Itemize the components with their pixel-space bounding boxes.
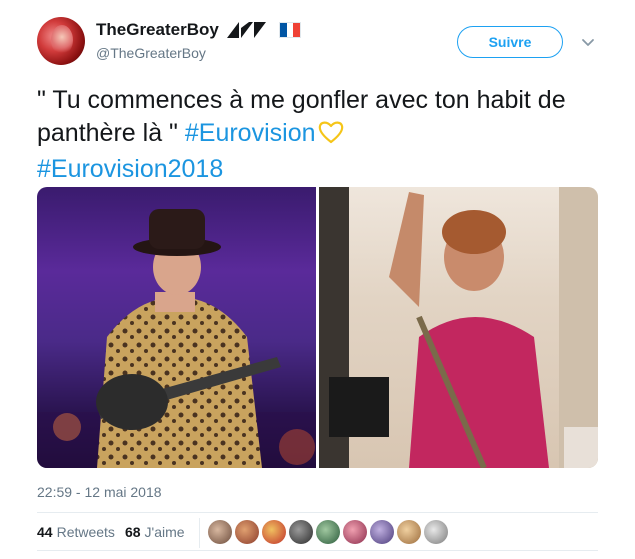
tweet-text: " Tu commences à me gonfler avec ton hab… (37, 84, 597, 186)
liker-avatar[interactable] (235, 520, 259, 544)
liker-avatars (208, 520, 448, 544)
divider-top (37, 512, 598, 513)
liker-avatar[interactable] (370, 520, 394, 544)
hashtag-eurovision[interactable]: #Eurovision (185, 119, 316, 147)
retweets-label: Retweets (56, 524, 115, 540)
woman-photo[interactable] (319, 187, 598, 468)
tweet-media[interactable] (37, 187, 598, 468)
stats-separator (199, 518, 200, 548)
retweets-count: 44 (37, 524, 53, 540)
likes-stat[interactable]: 68 J'aime (125, 524, 185, 540)
liker-avatar[interactable] (208, 520, 232, 544)
liker-avatar[interactable] (289, 520, 313, 544)
tweet-timestamp[interactable]: 22:59 - 12 mai 2018 (37, 484, 162, 500)
liker-avatar[interactable] (262, 520, 286, 544)
user-name-row: TheGreaterBoy (96, 20, 301, 40)
avatar[interactable] (37, 17, 85, 65)
retweets-stat[interactable]: 44 Retweets (37, 524, 115, 540)
triangle-marks-icon (226, 22, 267, 38)
display-name[interactable]: TheGreaterBoy (96, 20, 219, 40)
hashtag-eurovision2018[interactable]: #Eurovision2018 (37, 155, 223, 183)
liker-avatar[interactable] (424, 520, 448, 544)
liker-avatar[interactable] (316, 520, 340, 544)
performer-photo[interactable] (37, 187, 316, 468)
follow-button[interactable]: Suivre (457, 26, 563, 58)
liker-avatar[interactable] (397, 520, 421, 544)
yellow-heart-icon (318, 120, 344, 153)
likes-label: J'aime (144, 524, 185, 540)
user-handle[interactable]: @TheGreaterBoy (96, 45, 206, 61)
tweet-stats: 44 Retweets 68 J'aime (37, 524, 195, 540)
chevron-down-icon[interactable] (580, 34, 596, 50)
france-flag-icon (278, 22, 301, 38)
liker-avatar[interactable] (343, 520, 367, 544)
divider-bottom (37, 550, 598, 551)
likes-count: 68 (124, 524, 141, 540)
